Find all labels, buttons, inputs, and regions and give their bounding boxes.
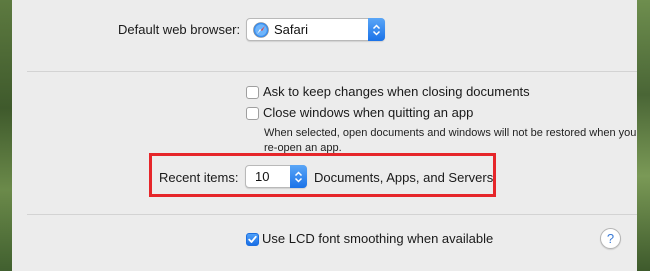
ask-keep-changes-label: Ask to keep changes when closing documen… xyxy=(263,84,530,99)
close-windows-label: Close windows when quitting an app xyxy=(263,105,474,120)
lcd-smoothing-label: Use LCD font smoothing when available xyxy=(262,231,494,246)
general-preferences-panel: Default web browser: Safari Ask to keep … xyxy=(12,0,637,271)
popup-stepper xyxy=(368,18,385,41)
recent-items-highlight-box xyxy=(149,153,496,197)
default-browser-value: Safari xyxy=(274,22,308,37)
checkmark-icon xyxy=(248,235,257,243)
default-browser-popup[interactable]: Safari xyxy=(246,18,385,41)
close-windows-note: When selected, open documents and window… xyxy=(264,127,637,154)
section-divider xyxy=(27,214,637,215)
ask-keep-changes-checkbox[interactable] xyxy=(246,86,259,99)
safari-compass-icon xyxy=(253,22,269,41)
lcd-smoothing-checkbox[interactable] xyxy=(246,233,259,246)
section-divider xyxy=(27,71,637,72)
desktop-wallpaper-left xyxy=(0,0,12,271)
close-windows-checkbox[interactable] xyxy=(246,107,259,120)
default-browser-label: Default web browser: xyxy=(118,22,241,37)
help-button[interactable]: ? xyxy=(600,228,621,249)
